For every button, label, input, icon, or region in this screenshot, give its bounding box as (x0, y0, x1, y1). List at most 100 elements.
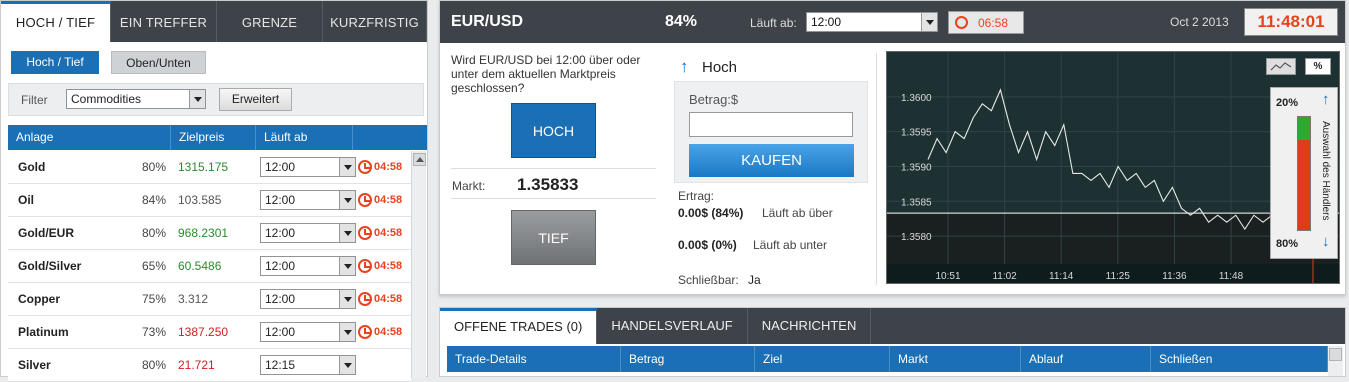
y-tick-label: 1.3590 (901, 162, 932, 173)
asset-countdown: 04:58 (374, 161, 403, 173)
option-type-tabs: HOCH / TIEF EIN TREFFER GRENZE KURZFRIST… (1, 1, 427, 42)
asset-countdown: 04:58 (374, 293, 403, 305)
yield-below-value: 0.00$ (0%) (678, 238, 737, 252)
asset-price: 1387.250 (178, 325, 229, 339)
tab-grenze[interactable]: GRENZE (217, 1, 323, 42)
asset-expiry-value: 12:00 (265, 193, 296, 207)
current-date: Oct 2 2013 (1170, 15, 1229, 29)
asset-payout: 80% (141, 160, 166, 174)
col-anlage: Anlage (8, 125, 171, 150)
col-markt: Markt (890, 346, 1021, 372)
sentiment-up-fill (1298, 117, 1310, 140)
asset-row[interactable]: Copper 75% 3.312 12:00 04:58 (8, 283, 411, 316)
asset-expiry-select[interactable]: 12:00 (260, 256, 356, 276)
asset-name: Oil (18, 193, 35, 207)
amount-input[interactable] (689, 112, 853, 137)
trade-panel: EUR/USD 84% Läuft ab: 12:00 06:58 Oct 2 … (439, 0, 1346, 295)
asset-expiry-select[interactable]: 12:00 (260, 157, 356, 177)
alarm-clock-icon (358, 292, 372, 306)
trades-scrollbar[interactable] (1328, 346, 1343, 376)
alarm-clock-icon (955, 16, 968, 29)
sentiment-up-percent: 20% (1276, 97, 1299, 109)
asset-countdown: 04:58 (374, 260, 403, 272)
sentiment-title: Auswahl des Händlers (1320, 121, 1331, 221)
alarm-clock-icon (358, 325, 372, 339)
sentiment-bar (1297, 116, 1311, 231)
y-tick-label: 1.3580 (901, 232, 932, 243)
low-button[interactable]: TIEF (511, 210, 596, 265)
expiry-select[interactable]: 12:00 (806, 12, 938, 32)
asset-row[interactable]: Oil 84% 103.585 12:00 04:58 (8, 184, 411, 217)
tab-ein-treffer[interactable]: EIN TREFFER (111, 1, 217, 42)
mode-hoch-tief-button[interactable]: Hoch / Tief (11, 51, 99, 74)
percent-view-button[interactable]: % (1305, 58, 1331, 75)
asset-expiry-select[interactable]: 12:15 (260, 355, 356, 375)
asset-row[interactable]: Gold/EUR 80% 968.2301 12:00 04:58 (8, 217, 411, 250)
advanced-filter-button[interactable]: Erweitert (219, 88, 292, 111)
tab-kurzfristig[interactable]: KURZFRISTIG (323, 1, 427, 42)
asset-row[interactable]: Platinum 73% 1387.250 12:00 04:58 (8, 316, 411, 349)
x-tick-label: 10:51 (935, 271, 960, 282)
filter-select-value: Commodities (71, 92, 142, 106)
chevron-down-icon (339, 191, 355, 209)
asset-expiry-select[interactable]: 12:00 (260, 190, 356, 210)
asset-name: Copper (18, 292, 60, 306)
order-box: Betrag:$ KAUFEN (674, 81, 868, 183)
asset-countdown: 04:58 (374, 326, 403, 338)
arrow-up-icon: ↑ (680, 57, 689, 76)
tab-news[interactable]: NACHRICHTEN (748, 308, 872, 344)
asset-name: Gold/Silver (18, 259, 82, 273)
chevron-down-icon (339, 224, 355, 242)
asset-expiry-select[interactable]: 12:00 (260, 223, 356, 243)
asset-payout: 80% (141, 226, 166, 240)
chevron-down-icon (339, 290, 355, 308)
asset-payout: 73% (141, 325, 166, 339)
asset-payout: 84% (141, 193, 166, 207)
chevron-down-icon (339, 323, 355, 341)
chevron-down-icon (339, 158, 355, 176)
x-tick-label: 11:36 (1162, 271, 1187, 282)
line-chart-toggle-icon[interactable] (1266, 58, 1296, 75)
scroll-up-icon[interactable] (413, 153, 426, 166)
amount-label: Betrag:$ (689, 92, 739, 107)
divider (451, 198, 656, 199)
arrow-up-icon: ↑ (1322, 91, 1330, 108)
asset-list-scrollbar[interactable] (411, 151, 426, 378)
divider (451, 168, 656, 169)
asset-expiry-select[interactable]: 12:00 (260, 289, 356, 309)
tab-open-trades[interactable]: OFFENE TRADES (0) (440, 308, 598, 344)
asset-countdown: 04:58 (374, 194, 403, 206)
col-betrag: Betrag (621, 346, 755, 372)
high-button[interactable]: HOCH (511, 103, 596, 158)
closable-label: Schließbar: (678, 273, 739, 287)
asset-expiry-select[interactable]: 12:00 (260, 322, 356, 342)
server-clock: 11:48:01 (1244, 8, 1338, 36)
trades-panel: OFFENE TRADES (0) HANDELSVERLAUF NACHRIC… (439, 307, 1346, 377)
buy-button[interactable]: KAUFEN (689, 144, 854, 177)
scroll-up-icon[interactable] (1329, 348, 1342, 361)
trade-header: EUR/USD 84% Läuft ab: 12:00 06:58 Oct 2 … (440, 1, 1345, 43)
y-tick-label: 1.3600 (901, 93, 932, 104)
filter-select[interactable]: Commodities (66, 89, 206, 109)
col-ziel: Ziel (755, 346, 890, 372)
alarm-clock-icon (358, 226, 372, 240)
filter-bar: Filter Commodities Erweitert (8, 83, 424, 116)
asset-name: Platinum (18, 325, 69, 339)
mode-oben-unten-button[interactable]: Oben/Unten (111, 51, 206, 74)
asset-name: Silver (18, 358, 51, 372)
tab-trade-history[interactable]: HANDELSVERLAUF (597, 308, 748, 344)
x-tick-label: 11:02 (992, 271, 1017, 282)
asset-row[interactable]: Gold 80% 1315.175 12:00 04:58 (8, 151, 411, 184)
asset-expiry-value: 12:00 (265, 226, 296, 240)
x-tick-label: 11:14 (1049, 271, 1074, 282)
payout-percent: 84% (665, 13, 698, 30)
asset-row[interactable]: Gold/Silver 65% 60.5486 12:00 04:58 (8, 250, 411, 283)
tab-hoch-tief[interactable]: HOCH / TIEF (1, 1, 111, 42)
asset-row[interactable]: Silver 80% 21.721 12:15 (8, 349, 411, 382)
asset-panel: HOCH / TIEF EIN TREFFER GRENZE KURZFRIST… (0, 0, 428, 382)
trader-sentiment: 20% ↑ Auswahl des Händlers 80% ↓ (1270, 87, 1338, 259)
col-ablauf: Ablauf (1021, 346, 1151, 372)
asset-price: 103.585 (178, 193, 222, 207)
asset-price: 60.5486 (178, 259, 222, 273)
market-value: 1.35833 (517, 175, 579, 194)
